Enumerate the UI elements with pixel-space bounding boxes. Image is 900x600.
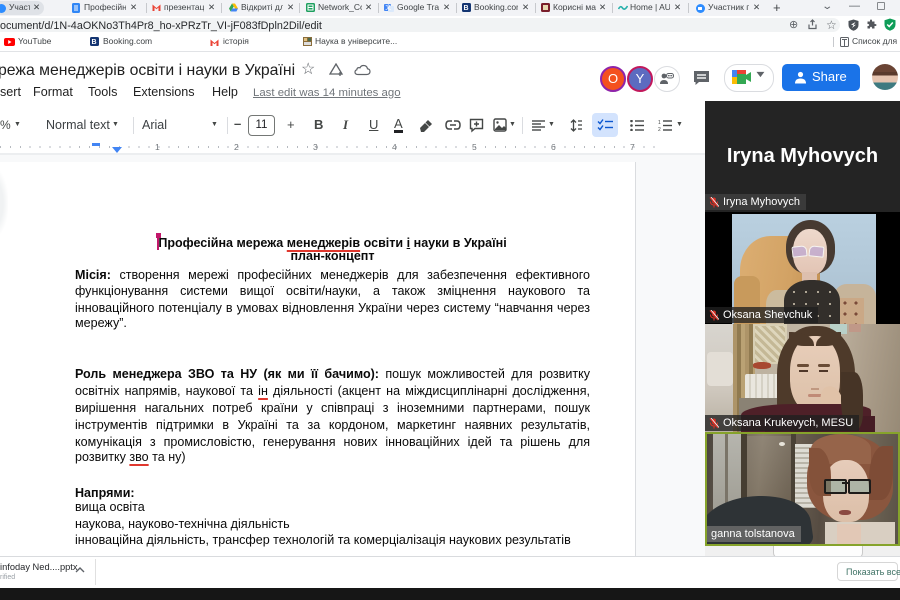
- svg-text:1: 1: [658, 120, 661, 126]
- svg-text:文: 文: [385, 4, 391, 12]
- svg-text:2: 2: [658, 127, 661, 131]
- svg-text:B: B: [92, 39, 97, 46]
- svg-text:B: B: [464, 5, 469, 12]
